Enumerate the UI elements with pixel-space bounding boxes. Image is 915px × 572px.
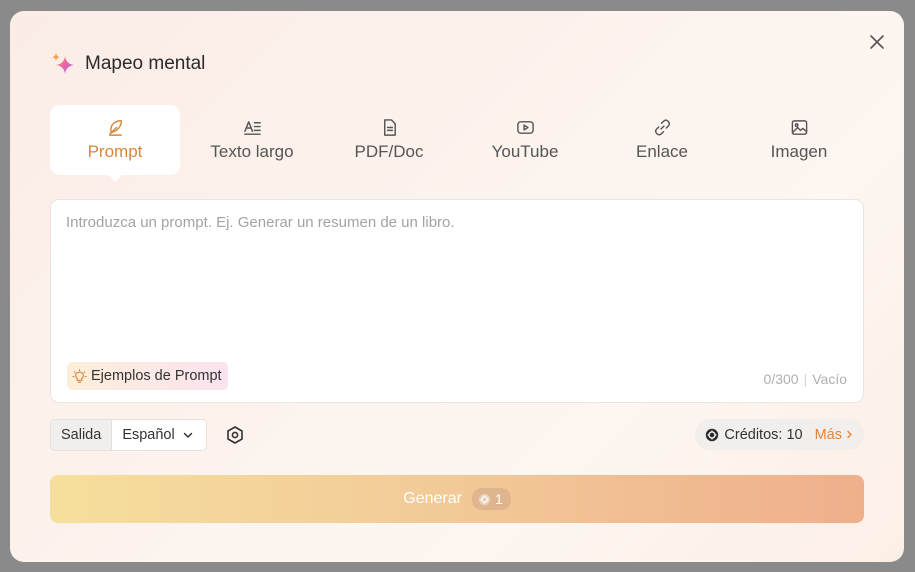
tab-link[interactable]: Enlace	[597, 105, 727, 175]
output-label: Salida	[51, 420, 113, 450]
credit-coin-icon	[706, 428, 719, 441]
prompt-examples-label: Ejemplos de Prompt	[91, 368, 222, 384]
document-icon	[383, 119, 396, 136]
text-icon	[243, 121, 261, 135]
output-language: Salida Español	[50, 419, 207, 451]
image-icon	[791, 120, 807, 135]
tab-label: Prompt	[87, 142, 143, 161]
tab-long-text[interactable]: Texto largo	[187, 105, 317, 175]
credits-badge: Créditos: 10 Más	[695, 419, 864, 450]
language-value: Español	[122, 427, 175, 443]
tab-label: Texto largo	[210, 142, 294, 161]
dialog-header: Mapeo mental	[50, 51, 205, 77]
settings-hexagon-icon[interactable]	[225, 425, 245, 445]
link-icon	[654, 119, 670, 136]
credit-coin-icon	[478, 493, 491, 505]
feather-icon	[108, 120, 122, 136]
prompt-input[interactable]	[66, 214, 846, 354]
tab-pdf-doc[interactable]: PDF/Doc	[324, 105, 454, 175]
tab-label: PDF/Doc	[354, 142, 424, 161]
language-select[interactable]: Español	[112, 420, 206, 450]
sparkles-icon	[52, 53, 74, 74]
tab-youtube[interactable]: YouTube	[460, 105, 590, 175]
counter-value: 0/300	[763, 371, 799, 387]
chevron-right-icon	[847, 430, 852, 439]
generate-label: Generar	[403, 490, 462, 507]
chevron-down-icon	[183, 432, 192, 438]
tab-label: YouTube	[491, 142, 559, 161]
counter-status: Vacío	[812, 371, 847, 387]
more-label: Más	[814, 426, 842, 443]
generate-cost-badge: 1	[471, 488, 511, 510]
dialog-title: Mapeo mental	[85, 53, 206, 74]
prompt-examples-button[interactable]: Ejemplos de Prompt	[67, 362, 228, 390]
tab-prompt[interactable]: Prompt	[50, 105, 180, 182]
generate-cost: 1	[494, 491, 503, 507]
prompt-box: Ejemplos de Prompt 0/300 | Vacío	[50, 199, 864, 403]
counter-divider: |	[803, 371, 808, 387]
tab-image[interactable]: Imagen	[734, 105, 864, 175]
close-icon[interactable]	[868, 33, 886, 51]
generate-button[interactable]: Generar 1	[50, 475, 864, 523]
tab-label: Imagen	[770, 142, 828, 161]
credits-label: Créditos: 10	[724, 426, 803, 443]
mind-map-dialog: Mapeo mental Prompt Texto largo PDF/Doc …	[10, 11, 904, 562]
character-counter: 0/300 | Vacío	[764, 371, 847, 387]
more-credits-link[interactable]: Más	[815, 427, 854, 443]
source-tabs: Prompt Texto largo PDF/Doc YouTube Enlac…	[50, 105, 864, 182]
youtube-icon	[516, 121, 534, 134]
tab-label: Enlace	[636, 142, 688, 161]
lightbulb-icon	[72, 368, 87, 383]
